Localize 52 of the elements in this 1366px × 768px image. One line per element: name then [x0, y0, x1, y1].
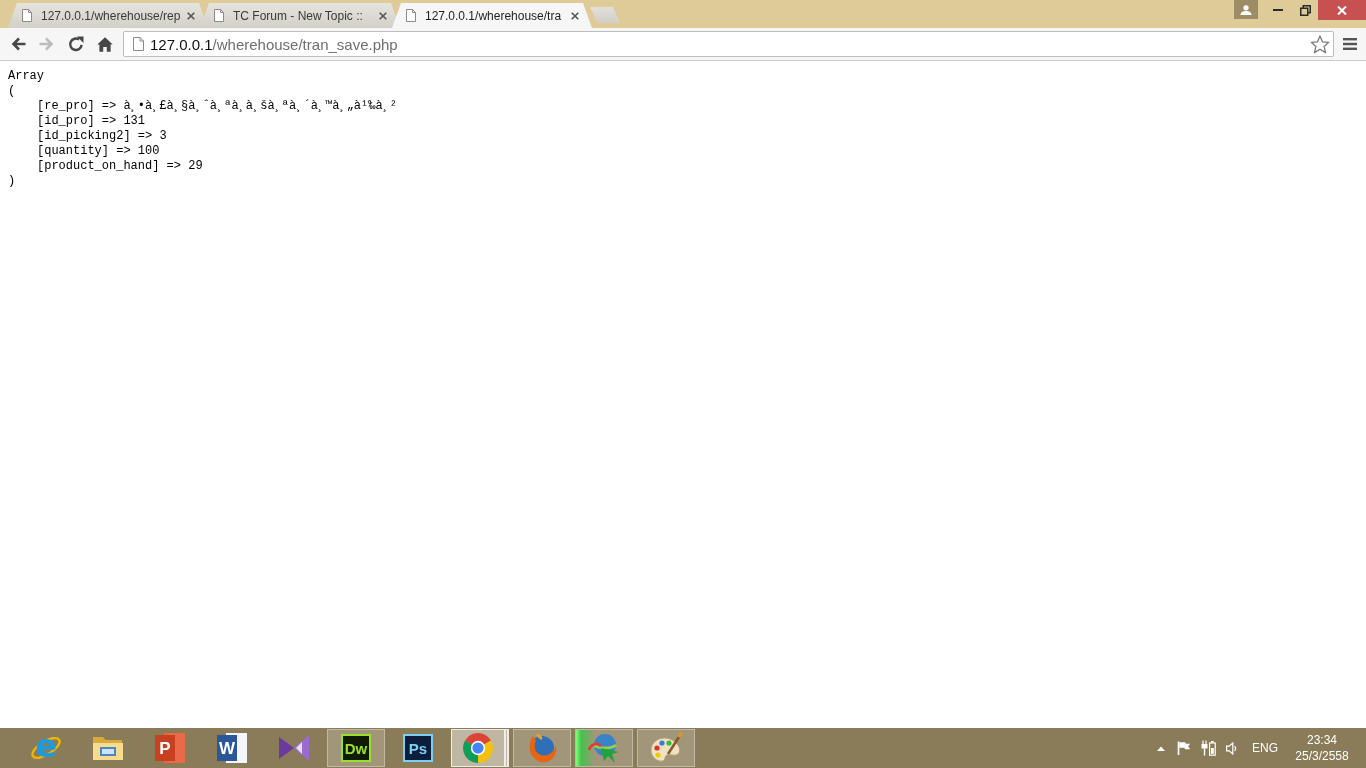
plug-battery-icon[interactable] [1200, 740, 1216, 756]
clock-button[interactable]: 23:34 25/3/2558 [1288, 728, 1356, 768]
page-icon [406, 9, 416, 22]
restore-icon [1299, 4, 1311, 16]
taskbar-button[interactable] [451, 729, 509, 767]
menu-icon [1343, 38, 1357, 50]
bowtie-icon [278, 734, 310, 762]
browser-tab[interactable]: 127.0.0.1/wherehouse/tra [392, 3, 592, 28]
speaker-icon[interactable] [1225, 741, 1237, 755]
palette-icon [649, 732, 683, 764]
forward-arrow-icon [38, 37, 55, 51]
taskbar-button[interactable] [637, 729, 695, 767]
back-arrow-icon [9, 37, 26, 51]
minimize-icon [1273, 9, 1283, 11]
array-entry: [id_picking2] => 3 [37, 129, 167, 144]
reload-icon [67, 36, 84, 52]
tab-close-icon[interactable] [571, 11, 579, 20]
document-icon: W [217, 733, 247, 763]
star-icon [1310, 34, 1330, 54]
tab-close-icon[interactable] [187, 11, 195, 20]
language-button[interactable]: ENG [1242, 728, 1288, 768]
array-entry: [product_on_hand] => 29 [37, 159, 203, 174]
bookmark-star-button[interactable] [1309, 33, 1331, 55]
ps-tile-icon: Ps [403, 734, 433, 762]
array-entry: [id_pro] => 131 [37, 114, 146, 129]
presentation-icon: P [155, 733, 185, 763]
open-paren: ( [8, 84, 16, 99]
tricolor-circle-icon [462, 732, 494, 764]
page-icon [214, 9, 224, 22]
home-icon [96, 36, 113, 52]
user-button[interactable] [1234, 0, 1258, 19]
array-entry: [re_pro] => à¸•à¸£à¸§à¸ˆà¸ªà¸à¸šà¸ªà¸´à¸™à¸„à¹‰à¸² [37, 99, 398, 114]
array-label: Array [8, 69, 44, 84]
close-icon [1337, 5, 1347, 15]
taskbar-button[interactable]: P [141, 729, 199, 767]
url-text: 127.0.0.1/wherehouse/tran_save.php [150, 35, 398, 53]
flag-icon[interactable] [1177, 741, 1191, 755]
close-button[interactable] [1318, 0, 1366, 20]
array-entry: [quantity] => 100 [37, 144, 160, 159]
taskbar-button[interactable]: W [203, 729, 261, 767]
address-field[interactable]: 127.0.0.1/wherehouse/tran_save.php [123, 31, 1334, 57]
page-icon [22, 9, 32, 22]
close-paren: ) [8, 174, 16, 189]
person-icon [1240, 4, 1252, 15]
taskbar-button[interactable] [513, 729, 571, 767]
taskbar-button[interactable]: Dw [327, 729, 385, 767]
tab-close-icon[interactable] [379, 11, 387, 20]
taskbar-button[interactable]: Ps [389, 729, 447, 767]
caret-icon [1156, 745, 1165, 751]
page-icon [133, 37, 144, 51]
taskbar-button[interactable] [575, 729, 633, 767]
dw-tile-icon: Dw [341, 734, 371, 762]
